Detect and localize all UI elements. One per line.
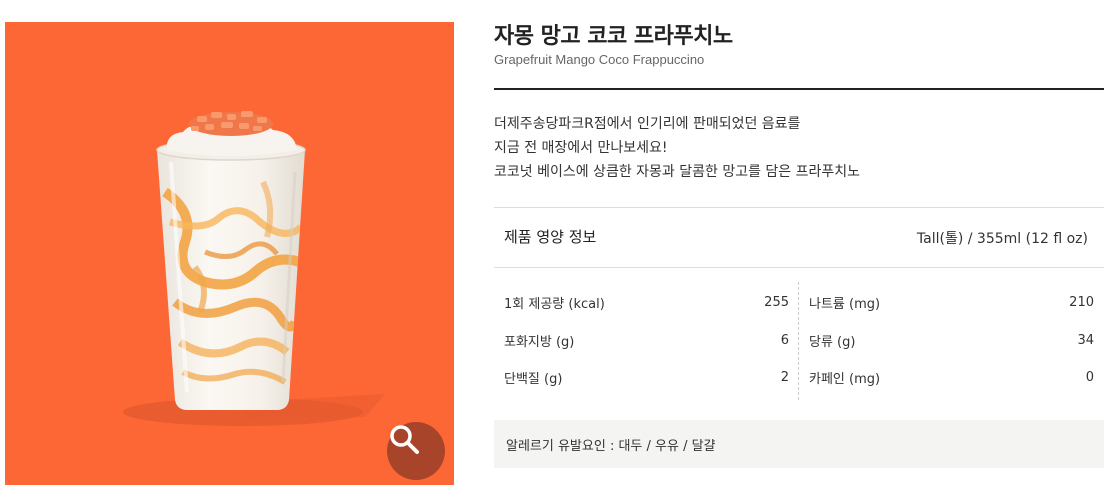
nutrition-label: 당류 (g): [809, 334, 856, 350]
magnifier-icon: [390, 425, 419, 454]
nutrition-row-sugars: 당류 (g) 34: [809, 322, 1094, 360]
product-subtitle: Grapefruit Mango Coco Frappuccino: [494, 52, 705, 67]
nutrition-column-left: 1회 제공량 (kcal) 255 포화지방 (g) 6 단백질 (g) 2: [504, 284, 789, 397]
nutrition-value: 210: [1069, 295, 1094, 311]
nutrition-value: 2: [780, 370, 789, 386]
nutrition-value: 6: [780, 332, 789, 348]
nutrition-row-sodium: 나트륨 (mg) 210: [809, 284, 1094, 322]
serving-size: Tall(톨) / 355ml (12 fl oz): [916, 231, 1088, 247]
nutrition-title: 제품 영양 정보: [504, 228, 597, 246]
product-title: 자몽 망고 코코 프라푸치노: [494, 24, 733, 49]
product-description: 더제주송당파크R점에서 인기리에 판매되었던 음료를 지금 전 매장에서 만나보…: [494, 112, 1104, 184]
nutrition-row-kcal: 1회 제공량 (kcal) 255: [504, 284, 789, 322]
nutrition-table: 1회 제공량 (kcal) 255 포화지방 (g) 6 단백질 (g) 2 나…: [494, 268, 1104, 400]
nutrition-row-protein: 단백질 (g) 2: [504, 359, 789, 397]
zoom-button[interactable]: [387, 422, 445, 480]
nutrition-value: 34: [1077, 332, 1094, 348]
nutrition-value: 255: [764, 295, 789, 311]
nutrition-value: 0: [1085, 370, 1094, 386]
title-divider: [494, 88, 1104, 90]
nutrition-row-saturated-fat: 포화지방 (g) 6: [504, 322, 789, 360]
description-line: 지금 전 매장에서 만나보세요!: [494, 140, 668, 156]
product-detail-page: 자몽 망고 코코 프라푸치노 Grapefruit Mango Coco Fra…: [0, 0, 1117, 485]
nutrition-label: 카페인 (mg): [809, 372, 881, 388]
nutrition-label: 1회 제공량 (kcal): [504, 297, 605, 313]
description-line: 더제주송당파크R점에서 인기리에 판매되었던 음료를: [494, 116, 801, 132]
nutrition-label: 단백질 (g): [504, 372, 563, 388]
nutrition-divider-top: [494, 207, 1104, 208]
allergy-info: 알레르기 유발요인 : 대두 / 우유 / 달걀: [494, 420, 1104, 468]
nutrition-column-divider: [798, 282, 799, 400]
nutrition-label: 나트륨 (mg): [809, 297, 881, 313]
nutrition-label: 포화지방 (g): [504, 334, 575, 350]
nutrition-row-caffeine: 카페인 (mg) 0: [809, 359, 1094, 397]
nutrition-column-right: 나트륨 (mg) 210 당류 (g) 34 카페인 (mg) 0: [809, 284, 1094, 397]
product-image: [5, 22, 454, 485]
description-line: 코코넛 베이스에 상큼한 자몽과 달콤한 망고를 담은 프라푸치노: [494, 164, 861, 180]
frappuccino-illustration: [123, 111, 385, 426]
